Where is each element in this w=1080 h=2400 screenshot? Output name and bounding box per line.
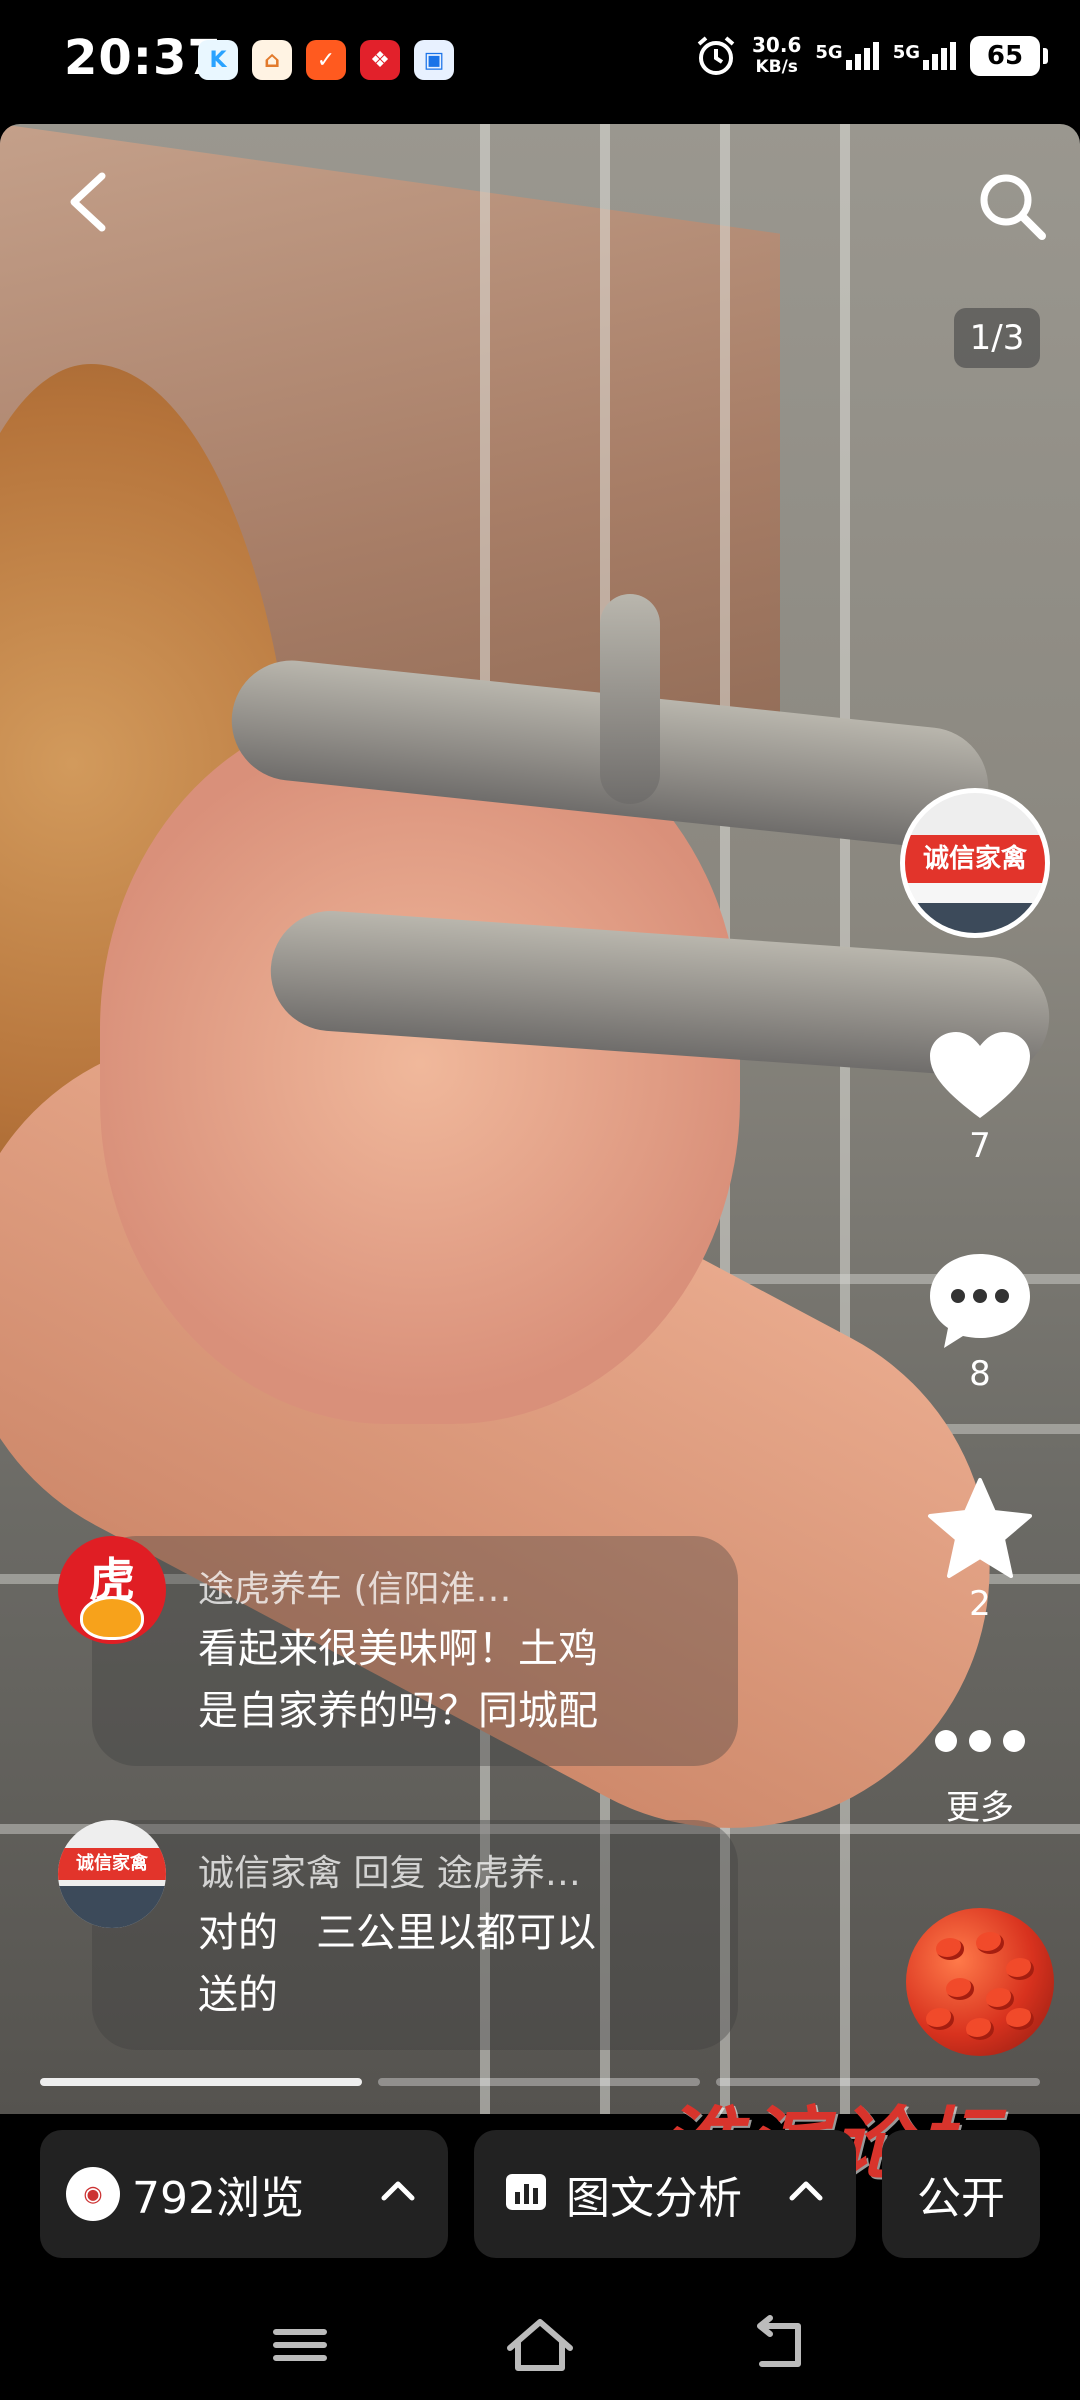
more-label: 更多 — [946, 1788, 1014, 1828]
sim1-label: 5G — [815, 42, 843, 63]
views-label: 792浏览 — [132, 2173, 304, 2224]
favorite-button[interactable]: 2 — [920, 1476, 1040, 1624]
comment-button[interactable]: 8 — [920, 1250, 1040, 1394]
comment-count: 8 — [969, 1354, 991, 1394]
post-image[interactable] — [0, 124, 1080, 2114]
comment-text-line: 是自家养的吗？同城配 — [198, 1688, 598, 1734]
comment-bubble: 途虎养车 (信阳淮… 看起来很美味啊！土鸡 是自家养的吗？同城配 — [92, 1536, 738, 1766]
comment-text-line: 看起来很美味啊！土鸡 — [198, 1626, 598, 1672]
system-navigation-bar — [0, 2290, 1080, 2400]
tiger-face-icon — [80, 1596, 144, 1640]
like-button[interactable]: 7 — [920, 1030, 1040, 1166]
app-orange-icon: ✓ — [306, 40, 346, 80]
star-icon — [928, 1478, 1032, 1578]
views-button[interactable]: ◉ 792浏览 — [40, 2130, 448, 2258]
app-house-icon: ⌂ — [252, 40, 292, 80]
status-indicators: 30.6 KB/s 5G 5G 65 — [694, 34, 1048, 78]
heart-icon — [930, 1032, 1030, 1118]
author-avatar-subline — [905, 883, 1045, 903]
favorite-count: 2 — [969, 1584, 991, 1624]
comment-author: 诚信家禽 回复 途虎养… — [198, 1853, 581, 1894]
app-red-icon: ❖ — [360, 40, 400, 80]
chevron-up-icon — [381, 2181, 415, 2201]
back-icon[interactable] — [740, 2310, 820, 2380]
network-speed-value: 30.6 — [752, 33, 802, 57]
back-arrow-icon[interactable] — [58, 170, 118, 234]
commenter-avatar[interactable]: 虎 — [58, 1536, 166, 1644]
menu-icon[interactable] — [260, 2310, 340, 2380]
author-avatar-banner: 诚信家禽 — [905, 835, 1045, 883]
photo-chicken-toe — [600, 594, 660, 804]
analytics-chart-icon — [506, 2174, 546, 2210]
chevron-up-icon — [789, 2181, 823, 2201]
alarm-clock-icon — [697, 36, 735, 75]
viewer-avatar-icon: ◉ — [66, 2167, 120, 2221]
analysis-button[interactable]: 图文分析 — [474, 2130, 856, 2258]
sim2-signal: 5G — [893, 42, 956, 70]
author-avatar[interactable]: 诚信家禽 — [900, 788, 1050, 938]
page-indicator: 1/3 — [954, 308, 1040, 368]
network-speed-unit: KB/s — [755, 57, 798, 77]
battery-indicator: 65 — [970, 36, 1048, 76]
search-icon[interactable] — [974, 168, 1048, 242]
notification-app-icons: K ⌂ ✓ ❖ ▣ — [198, 40, 454, 80]
sim1-signal: 5G — [815, 42, 879, 70]
visibility-public-button[interactable]: 公开 — [882, 2130, 1040, 2258]
analysis-label: 图文分析 — [566, 2173, 742, 2224]
comment-text-line: 对的 三公里以都可以 — [198, 1910, 597, 1956]
app-chat-icon: ▣ — [414, 40, 454, 80]
home-icon[interactable] — [500, 2310, 580, 2380]
author-avatar-image — [905, 903, 1045, 933]
comment-item[interactable]: 诚信家禽 回复 途虎养… 对的 三公里以都可以 送的 诚信家禽 — [58, 1820, 778, 2050]
signal-bars-icon — [845, 42, 879, 70]
progress-segment — [378, 2078, 700, 2086]
comment-author: 途虎养车 (信阳淮… — [198, 1569, 512, 1610]
status-bar: 20:37 K ⌂ ✓ ❖ ▣ 30.6 KB/s 5G 5G 65 — [0, 0, 1080, 124]
comment-bubble-icon — [930, 1254, 1030, 1348]
comment-text-line: 送的 — [198, 1972, 278, 2018]
commenter-avatar[interactable]: 诚信家禽 — [58, 1820, 166, 1928]
network-speed: 30.6 KB/s — [752, 34, 801, 78]
comment-item[interactable]: 途虎养车 (信阳淮… 看起来很美味啊！土鸡 是自家养的吗？同城配 虎 — [58, 1536, 778, 1766]
photo-cage-bar — [840, 124, 850, 2114]
progress-segment — [40, 2078, 362, 2086]
more-dots-icon — [935, 1730, 1025, 1752]
sim2-label: 5G — [892, 42, 920, 63]
like-count: 7 — [969, 1126, 991, 1166]
commenter-avatar-banner: 诚信家禽 — [58, 1848, 166, 1880]
comment-bubble: 诚信家禽 回复 途虎养… 对的 三公里以都可以 送的 — [92, 1820, 738, 2050]
commenter-avatar-image — [58, 1886, 166, 1928]
signal-bars-icon — [923, 42, 956, 70]
crayfish-dish-thumbnail[interactable] — [906, 1908, 1054, 2056]
more-button[interactable]: 更多 — [920, 1726, 1040, 1829]
kuaishou-k-icon: K — [198, 40, 238, 80]
